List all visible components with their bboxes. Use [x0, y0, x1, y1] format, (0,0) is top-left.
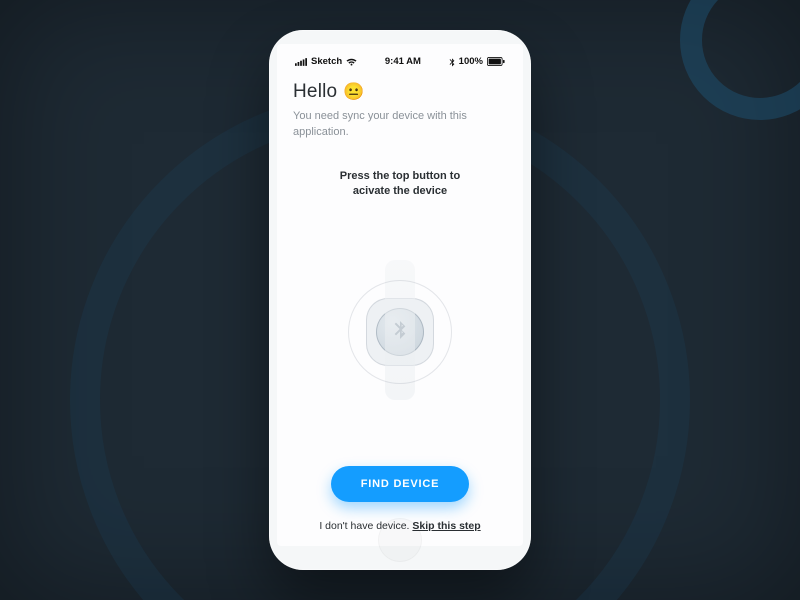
instruction-line-2: acivate the device	[293, 184, 507, 199]
wearable-device-icon	[356, 288, 444, 376]
status-left: Sketch	[295, 56, 357, 67]
status-bar: Sketch 9:41 AM 100%	[293, 54, 507, 73]
skip-link[interactable]: Skip this step	[412, 520, 480, 532]
status-right: 100%	[449, 56, 505, 67]
greeting-subtitle: You need sync your device with this appl…	[293, 109, 483, 141]
greeting-emoji-icon: 😐	[343, 82, 364, 102]
carrier-label: Sketch	[311, 56, 342, 67]
battery-percent: 100%	[459, 56, 483, 67]
device-illustration	[293, 208, 507, 456]
signal-icon	[295, 58, 307, 66]
phone-screen: Sketch 9:41 AM 100% Hello	[277, 44, 523, 546]
app-backdrop: Sketch 9:41 AM 100% Hello	[0, 0, 800, 600]
phone-frame: Sketch 9:41 AM 100% Hello	[269, 30, 531, 570]
find-device-button[interactable]: FIND DEVICE	[331, 466, 469, 502]
greeting-text: Hello	[293, 81, 337, 103]
background-ring-small	[680, 0, 800, 120]
instruction-text: Press the top button to acivate the devi…	[293, 169, 507, 200]
device-pulse-ring	[348, 280, 452, 384]
greeting-row: Hello 😐	[293, 81, 507, 103]
bluetooth-icon	[449, 57, 455, 67]
battery-icon	[487, 57, 505, 66]
instruction-line-1: Press the top button to	[293, 169, 507, 184]
status-time: 9:41 AM	[385, 56, 421, 67]
home-button[interactable]	[378, 518, 422, 562]
wifi-icon	[346, 58, 357, 66]
